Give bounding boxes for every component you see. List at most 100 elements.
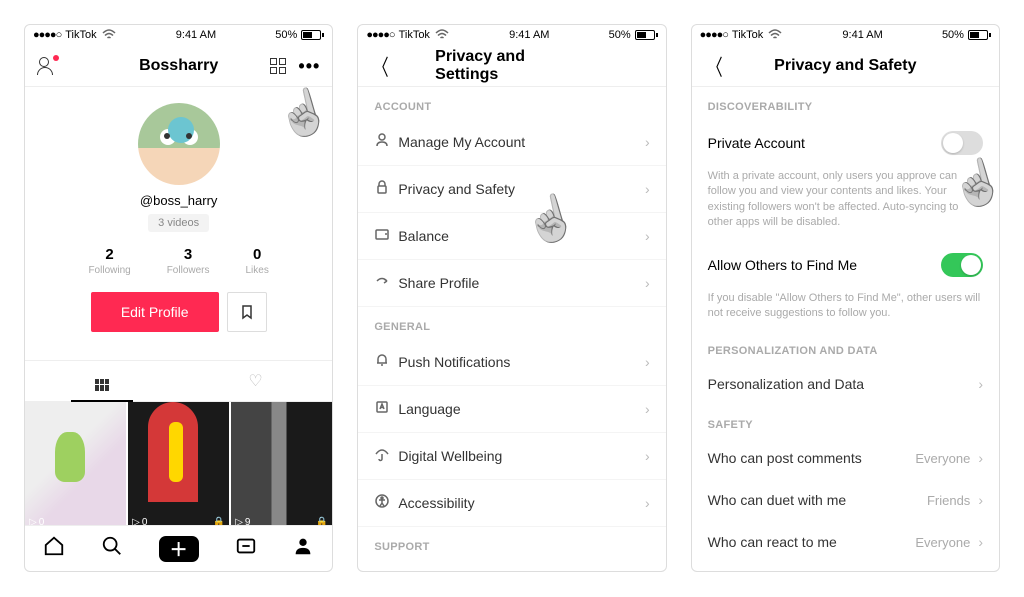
likes-stat[interactable]: 0 Likes <box>246 246 269 276</box>
video-count-badge: 3 videos <box>148 214 209 232</box>
inbox-icon[interactable] <box>235 535 257 563</box>
chevron-right-icon: › <box>978 450 983 466</box>
row-who-duet[interactable]: Who can duet with me Friends › <box>692 479 999 521</box>
row-who-messages[interactable]: Who can send me messages Friends › <box>692 563 999 571</box>
battery-icon <box>968 30 991 40</box>
umbrella-icon <box>374 446 398 466</box>
row-digital-wellbeing[interactable]: Digital Wellbeing › <box>358 433 665 480</box>
wifi-icon <box>767 27 783 43</box>
username: @boss_harry <box>140 193 218 208</box>
wallet-icon <box>374 226 398 246</box>
chevron-right-icon: › <box>645 401 650 417</box>
chevron-right-icon: › <box>978 534 983 550</box>
page-title: Bossharry <box>139 57 218 75</box>
row-report-problem[interactable]: Report a Problem › <box>358 559 665 571</box>
allow-find-desc: If you disable "Allow Others to Find Me"… <box>692 289 999 332</box>
private-account-desc: With a private account, only users you a… <box>692 167 999 241</box>
row-allow-find: Allow Others to Find Me <box>692 241 999 289</box>
section-account: ACCOUNT <box>358 87 665 119</box>
section-safety: SAFETY <box>692 405 999 437</box>
edit-profile-button[interactable]: Edit Profile <box>91 292 219 332</box>
chevron-right-icon: › <box>645 448 650 464</box>
create-button[interactable]: ＋ <box>159 536 199 562</box>
following-stat[interactable]: 2 Following <box>88 246 130 276</box>
language-icon <box>374 399 398 419</box>
row-balance[interactable]: Balance › <box>358 213 665 260</box>
profile-screen: ●●●●○ TikTok 9:41 AM 50% Bossharry ••• @… <box>24 24 333 572</box>
bookmark-button[interactable] <box>227 292 267 332</box>
row-accessibility[interactable]: Accessibility › <box>358 480 665 527</box>
row-who-react[interactable]: Who can react to me Everyone › <box>692 521 999 563</box>
row-share-profile[interactable]: Share Profile › <box>358 260 665 307</box>
row-push-notifications[interactable]: Push Notifications › <box>358 339 665 386</box>
private-account-toggle[interactable] <box>941 131 983 155</box>
person-icon <box>374 132 398 152</box>
back-button[interactable]: 〈 <box>707 50 722 82</box>
avatar[interactable] <box>138 103 220 185</box>
chevron-right-icon: › <box>645 134 650 150</box>
row-privacy-safety[interactable]: Privacy and Safety › <box>358 166 665 213</box>
carrier-label: TikTok <box>732 29 763 41</box>
battery-icon <box>635 30 658 40</box>
followers-stat[interactable]: 3 Followers <box>167 246 210 276</box>
wifi-icon <box>434 27 450 43</box>
clock: 9:41 AM <box>176 29 216 41</box>
signal-dots: ●●●●○ <box>700 29 728 41</box>
grid-icon <box>95 379 109 391</box>
battery-pct: 50% <box>609 29 631 41</box>
row-private-account: Private Account <box>692 119 999 167</box>
row-personalization-data[interactable]: Personalization and Data › <box>692 363 999 405</box>
status-bar: ●●●●○ TikTok 9:41 AM 50% <box>358 25 665 45</box>
privacy-safety-screen: ●●●●○ TikTok 9:41 AM 50% 〈 Privacy and S… <box>691 24 1000 572</box>
signal-dots: ●●●●○ <box>33 29 61 41</box>
row-manage-account[interactable]: Manage My Account › <box>358 119 665 166</box>
section-support: SUPPORT <box>358 527 665 559</box>
privacy-header: 〈 Privacy and Safety <box>692 45 999 87</box>
back-button[interactable]: 〈 <box>374 50 389 82</box>
profile-icon[interactable] <box>292 535 314 563</box>
heart-icon: ♡ <box>248 373 262 390</box>
chevron-right-icon: › <box>978 376 983 392</box>
settings-header: 〈 Privacy and Settings <box>358 45 665 87</box>
carrier-label: TikTok <box>65 29 96 41</box>
settings-screen: ●●●●○ TikTok 9:41 AM 50% 〈 Privacy and S… <box>357 24 666 572</box>
chevron-right-icon: › <box>645 181 650 197</box>
search-icon[interactable] <box>101 535 123 563</box>
page-title: Privacy and Settings <box>435 48 589 84</box>
tab-videos[interactable] <box>25 361 179 401</box>
video-thumb[interactable]: ▷ 0 🔒 <box>128 402 229 525</box>
chevron-right-icon: › <box>645 228 650 244</box>
clock: 9:41 AM <box>509 29 549 41</box>
bell-icon <box>374 352 398 372</box>
home-icon[interactable] <box>43 535 65 563</box>
status-bar: ●●●●○ TikTok 9:41 AM 50% <box>692 25 999 45</box>
section-personalization: PERSONALIZATION AND DATA <box>692 331 999 363</box>
lock-icon: 🔒 <box>213 517 225 525</box>
play-count: ▷ 0 <box>132 517 147 525</box>
qr-icon[interactable] <box>270 58 286 74</box>
video-thumb[interactable]: ▷ 0 <box>25 402 126 525</box>
video-thumb[interactable]: ▷ 9 🔒 <box>231 402 332 525</box>
chevron-right-icon: › <box>645 275 650 291</box>
status-bar: ●●●●○ TikTok 9:41 AM 50% <box>25 25 332 45</box>
row-language[interactable]: Language › <box>358 386 665 433</box>
chevron-right-icon: › <box>978 492 983 508</box>
profile-header: Bossharry ••• <box>25 45 332 87</box>
more-icon[interactable]: ••• <box>298 61 320 71</box>
lock-icon: 🔒 <box>316 517 328 525</box>
bottom-nav: ＋ <box>25 525 332 571</box>
battery-pct: 50% <box>275 29 297 41</box>
tab-liked[interactable]: ♡ <box>179 361 333 401</box>
chevron-right-icon: › <box>645 495 650 511</box>
lock-icon <box>374 179 398 199</box>
section-discoverability: DISCOVERABILITY <box>692 87 999 119</box>
row-who-comments[interactable]: Who can post comments Everyone › <box>692 437 999 479</box>
share-icon <box>374 273 398 293</box>
bookmark-icon <box>239 304 255 320</box>
accessibility-icon <box>374 493 398 513</box>
section-general: GENERAL <box>358 307 665 339</box>
wifi-icon <box>101 27 117 43</box>
play-count: ▷ 9 <box>235 517 250 525</box>
add-friend-icon[interactable] <box>37 57 57 75</box>
allow-find-toggle[interactable] <box>941 253 983 277</box>
